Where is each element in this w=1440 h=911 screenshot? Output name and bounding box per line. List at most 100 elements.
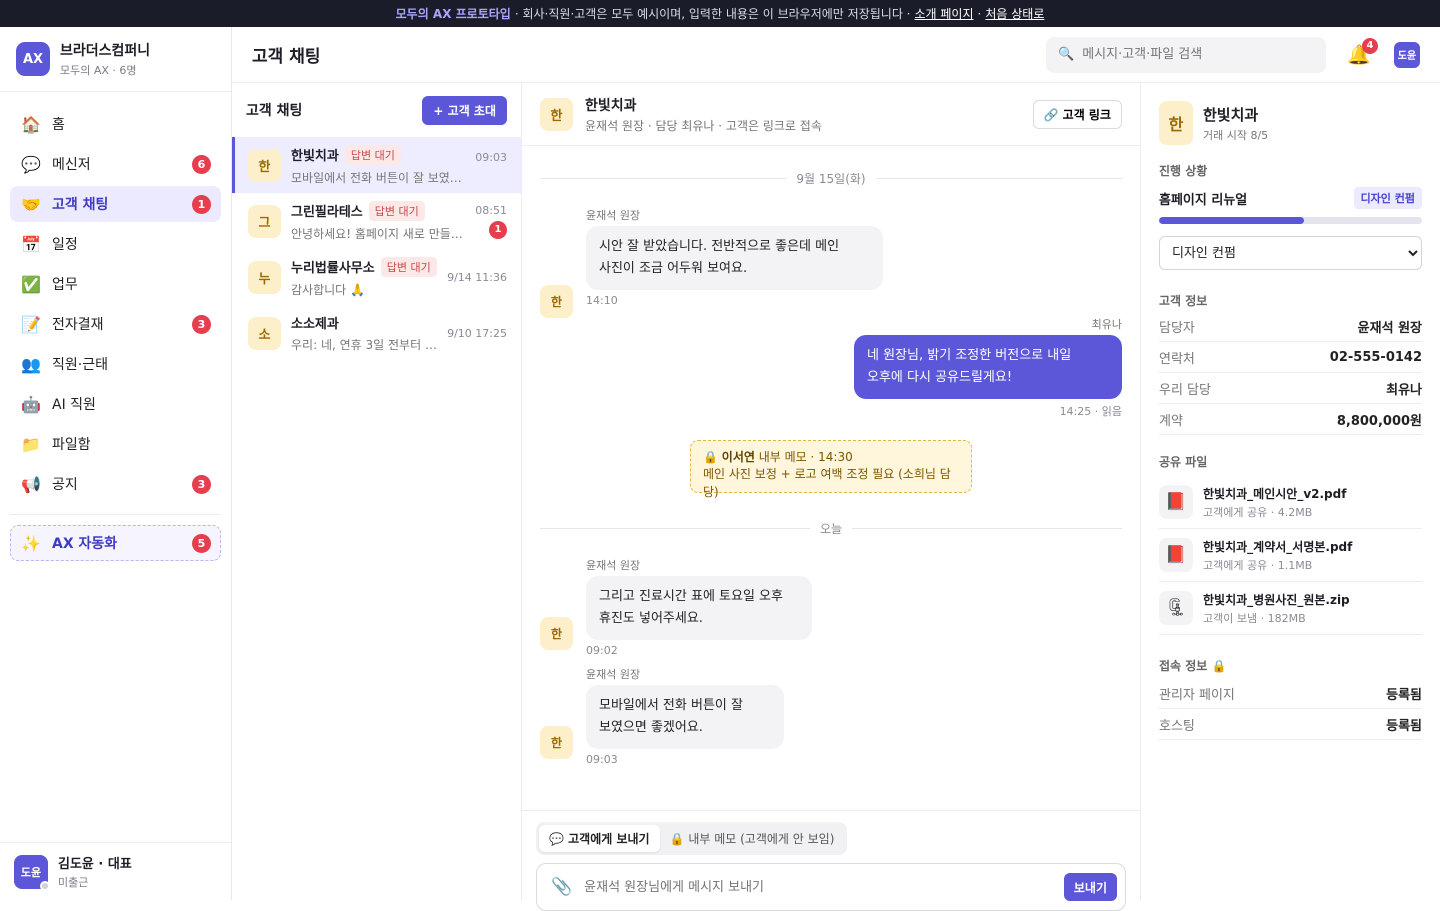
- conversation-time: 08:51: [475, 203, 507, 217]
- pdf-file-icon: 📕: [1159, 485, 1193, 519]
- sidebar-item-ax-automation[interactable]: ✨ AX 자동화 5: [10, 525, 221, 561]
- conversation-list-title: 고객 채팅: [246, 103, 303, 119]
- tab-send-to-customer[interactable]: 💬 고객에게 보내기: [539, 825, 660, 852]
- zip-file-icon: 🗜: [1159, 591, 1193, 625]
- sidebar-item-notice[interactable]: 📢 공지 3: [10, 466, 221, 502]
- stage-select[interactable]: 디자인 컨펌: [1159, 236, 1422, 270]
- conversation-item[interactable]: 그 그린필라테스 답변 대기 안녕하세요! 홈페이지 새로 만들고 싶어서요 0…: [232, 193, 521, 249]
- sidebar-item-staff[interactable]: 👥 직원·근태: [10, 346, 221, 382]
- send-button[interactable]: 보내기: [1063, 873, 1117, 901]
- tab-internal-memo[interactable]: 🔒 내부 메모 (고객에게 안 보임): [660, 825, 845, 852]
- sidebar-item-customer-chat[interactable]: 🤝 고객 채팅 1: [10, 186, 221, 222]
- current-user[interactable]: 도윤 김도윤 · 대표 미출근: [0, 842, 231, 900]
- search-input[interactable]: [1082, 47, 1313, 62]
- conversation-item[interactable]: 누 누리법률사무소 답변 대기 감사합니다 🙏 9/14 11:36: [232, 249, 521, 305]
- conversation-item[interactable]: 한 한빛치과 답변 대기 모바일에서 전화 버튼이 잘 보였으면 좋겠어요. 0…: [232, 137, 521, 193]
- message-list[interactable]: 9월 15일(화) 한 윤재석 원장 시안 잘 받았습니다. 전반적으로 좋은데…: [522, 146, 1140, 783]
- reset-link[interactable]: 처음 상태로: [985, 5, 1044, 22]
- avatar: 누: [248, 260, 281, 294]
- conversation-name: 한빛치과: [291, 149, 339, 164]
- info-row: 연락처 02-555-0142: [1159, 342, 1422, 373]
- message-incoming: 한 윤재석 원장 모바일에서 전화 버튼이 잘 보였으면 좋겠어요. 09:03: [540, 666, 784, 766]
- sidebar: AX 브라더스컴퍼니 모두의 AX · 6명 🏠 홈 💬 메신저 6 🤝 고객 …: [0, 27, 232, 900]
- sidebar-item-tasks[interactable]: ✅ 업무: [10, 266, 221, 302]
- avatar: 한: [248, 148, 281, 182]
- message-sender: 윤재석 원장: [586, 559, 641, 572]
- sidebar-item-home[interactable]: 🏠 홈: [10, 106, 221, 142]
- search-box[interactable]: 🔍: [1046, 36, 1326, 73]
- intro-page-link[interactable]: 소개 페이지: [915, 5, 974, 22]
- handshake-icon: 🤝: [21, 194, 41, 214]
- brand[interactable]: AX 브라더스컴퍼니 모두의 AX · 6명: [0, 27, 231, 92]
- progress-bar: [1159, 217, 1422, 224]
- customer-details-panel: 한 한빛치과 거래 시작 8/5 진행 상황 홈페이지 리뉴얼 디자인 컨펌 디…: [1141, 83, 1440, 900]
- pdf-file-icon: 📕: [1159, 538, 1193, 572]
- info-row: 우리 담당 최유나: [1159, 373, 1422, 404]
- message-incoming: 한 윤재석 원장 그리고 진료시간 표에 토요일 오후 휴진도 넣어주세요. 0…: [540, 557, 812, 657]
- memo-icon: 📝: [21, 314, 41, 334]
- memo-author: 이서연: [721, 450, 755, 464]
- banner-text: · 회사·직원·고객은 모두 예시이며, 입력한 내용은 이 브라우저에만 저장…: [514, 7, 911, 21]
- customer-link-button[interactable]: 🔗 고객 링크: [1032, 99, 1122, 129]
- info-row: 담당자 윤재석 원장: [1159, 311, 1422, 342]
- message-sender: 윤재석 원장: [586, 209, 641, 222]
- sidebar-item-messenger[interactable]: 💬 메신저 6: [10, 146, 221, 182]
- info-key: 담당자: [1159, 320, 1195, 336]
- section-title: 공유 파일: [1159, 455, 1208, 469]
- message-time: 09:03: [586, 753, 618, 767]
- prototype-banner: 모두의 AX 프로토타입 · 회사·직원·고객은 모두 예시이며, 입력한 내용…: [0, 0, 1440, 27]
- page-title: 고객 채팅: [252, 47, 321, 67]
- sidebar-item-label: 일정: [52, 237, 78, 253]
- sidebar-item-files[interactable]: 📁 파일함: [10, 426, 221, 462]
- conversation-preview: 우리: 네, 연휴 3일 전부터 뜨도록 설정해두겠습니다: [291, 338, 439, 352]
- sidebar-item-approval[interactable]: 📝 전자결재 3: [10, 306, 221, 342]
- sidebar-item-label: 업무: [52, 277, 78, 293]
- shared-file[interactable]: 📕 한빛치과_계약서_서명본.pdf 고객에게 공유 · 1.1MB: [1159, 529, 1422, 582]
- conversation-item[interactable]: 소 소소제과 우리: 네, 연휴 3일 전부터 뜨도록 설정해두겠습니다 9/1…: [232, 305, 521, 361]
- message-line: 휴진도 넣어주세요.: [599, 611, 703, 627]
- info-key: 관리자 페이지: [1159, 687, 1235, 703]
- avatar: 한: [1159, 101, 1193, 145]
- attendance-status: 미출근: [58, 876, 89, 889]
- file-name: 한빛치과_병원사진_원본.zip: [1203, 592, 1350, 607]
- people-icon: 👥: [21, 354, 41, 374]
- status-badge: 답변 대기: [344, 144, 401, 165]
- invite-customer-button[interactable]: + 고객 초대: [422, 95, 507, 125]
- internal-memo: 🔒 이서연 내부 메모 · 14:30 메인 사진 보정 + 로고 여백 조정 …: [690, 440, 972, 499]
- conversation-time: 9/10 17:25: [447, 326, 507, 340]
- shared-file[interactable]: 🗜 한빛치과_병원사진_원본.zip 고객이 보냄 · 182MB: [1159, 582, 1422, 635]
- shared-file[interactable]: 📕 한빛치과_메인시안_v2.pdf 고객에게 공유 · 4.2MB: [1159, 476, 1422, 529]
- avatar: 한: [540, 97, 573, 131]
- sidebar-item-label: 홈: [52, 117, 65, 133]
- message-time: 14:25 · 읽음: [1059, 405, 1122, 419]
- section-title: 진행 상황: [1159, 164, 1208, 178]
- message-line: 시안 잘 받았습니다. 전반적으로 좋은데 메인: [599, 239, 840, 254]
- conversation-time: 09:03: [475, 151, 507, 164]
- unread-badge: 1: [489, 220, 507, 239]
- message-time: 09:02: [586, 644, 618, 658]
- section-title: 접속 정보 🔒: [1159, 659, 1227, 673]
- conversation-time: 9/14 11:36: [447, 270, 507, 284]
- file-meta: 고객에게 공유 · 1.1MB: [1203, 558, 1313, 572]
- sidebar-item-label: 메신저: [52, 157, 91, 173]
- banner-highlight: 모두의 AX 프로토타입: [395, 7, 511, 21]
- conversation-preview: 모바일에서 전화 버튼이 잘 보였으면 좋겠어요.: [291, 170, 467, 185]
- composer-mode-tabs: 💬 고객에게 보내기 🔒 내부 메모 (고객에게 안 보임): [536, 822, 848, 855]
- avatar: 도윤: [14, 854, 50, 891]
- header: 고객 채팅 🔍 🔔 4 도윤: [232, 27, 1440, 83]
- notification-button[interactable]: 🔔 4: [1346, 37, 1378, 68]
- sidebar-item-label: 파일함: [52, 437, 91, 453]
- message-input[interactable]: [584, 879, 1064, 895]
- date-separator: 오늘: [540, 520, 1122, 537]
- paperclip-icon[interactable]: 📎: [551, 877, 572, 897]
- check-icon: ✅: [21, 274, 41, 294]
- sidebar-item-ai-staff[interactable]: 🤖 AI 직원: [10, 386, 221, 422]
- project-title: 홈페이지 리뉴얼: [1159, 192, 1248, 208]
- stage-badge: 디자인 컨펌: [1353, 187, 1422, 209]
- conversation-name: 그린필라테스: [291, 205, 363, 220]
- unread-badge: 5: [192, 533, 211, 553]
- conversation-name: 누리법률사무소: [291, 261, 375, 276]
- progress-bar-fill: [1159, 217, 1304, 224]
- profile-avatar[interactable]: 도윤: [1394, 41, 1420, 68]
- sidebar-item-calendar[interactable]: 📅 일정: [10, 226, 221, 262]
